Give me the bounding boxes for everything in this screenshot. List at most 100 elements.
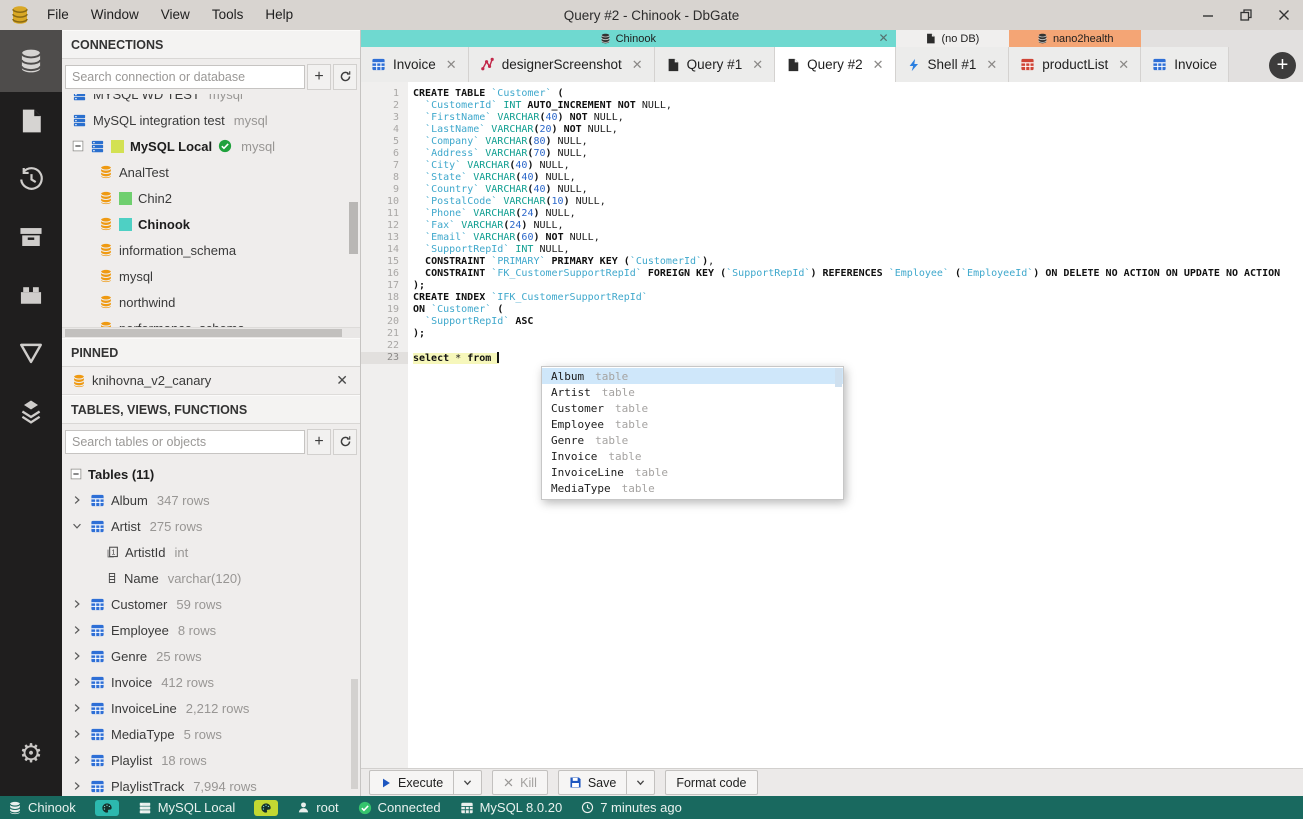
format-code-button[interactable]: Format code [666,771,756,794]
tab-group-header[interactable]: (no DB) [895,30,1010,47]
table-row[interactable]: 1 ArtistId int [62,539,360,565]
chevron-down-icon[interactable] [70,521,84,531]
connections-horizontal-scrollbar[interactable] [62,327,360,338]
kill-button[interactable]: Kill [493,771,547,794]
chevron-right-icon[interactable] [70,755,84,765]
tab-group-header[interactable]: Chinook ✕ [360,30,896,47]
menu-help[interactable]: Help [254,0,304,30]
chevron-right-icon[interactable] [70,625,84,635]
autocomplete-item-customer[interactable]: Customer table [542,400,843,416]
save-dropdown-button[interactable] [627,771,654,794]
close-tab-icon[interactable]: ✕ [986,57,997,73]
sql-editor[interactable]: 1 2 3 4 5 6 7 8 9 10 11 12 13 14 15 16 17 18 19 20 21 22 23 CR… [360,82,1303,768]
connection-item[interactable]: mysql [62,263,360,289]
tab-group-header[interactable]: nano2health [1009,30,1142,47]
connection-item[interactable]: Chinook [62,211,360,237]
new-tab-button[interactable]: + [1269,52,1296,79]
collapse-expander-icon[interactable] [70,468,82,480]
activity-archive[interactable] [0,208,62,266]
autocomplete-item-invoiceline[interactable]: InvoiceLine table [542,464,843,480]
connection-item[interactable]: northwind [62,289,360,315]
chevron-right-icon[interactable] [70,599,84,609]
pinned-item[interactable]: knihovna_v2_canary ✕ [62,367,360,395]
connection-item[interactable]: AnalTest [62,159,360,185]
tab-invoice[interactable]: Invoice [1141,47,1229,82]
tab-query-1[interactable]: Query #1 ✕ [654,47,776,82]
close-button[interactable] [1277,8,1291,22]
refresh-connections-button[interactable] [333,63,357,90]
connections-search-input[interactable] [65,64,305,89]
activity-settings[interactable]: ⚙ [0,724,62,782]
tables-group-row[interactable]: Tables (11) [62,461,360,487]
menu-tools[interactable]: Tools [201,0,255,30]
menu-window[interactable]: Window [80,0,150,30]
table-row[interactable]: PlaylistTrack 7,994 rows [62,773,360,796]
tab-group-header[interactable] [1141,30,1229,47]
database-color-badge[interactable] [94,799,119,816]
tab-query-2[interactable]: Query #2 ✕ [775,47,896,82]
save-button[interactable]: Save [559,771,627,794]
chevron-right-icon[interactable] [70,651,84,661]
refresh-tables-button[interactable] [333,428,357,455]
editor-code[interactable]: CREATE TABLE `Customer` ( `CustomerId` I… [408,82,1303,768]
execute-dropdown-button[interactable] [454,771,481,794]
chevron-right-icon[interactable] [70,677,84,687]
close-tab-icon[interactable]: ✕ [752,57,763,73]
tab-productlist[interactable]: productList ✕ [1009,47,1142,82]
execute-button[interactable]: Execute [370,771,453,794]
chevron-right-icon[interactable] [70,495,84,505]
add-connection-button[interactable]: + [307,63,331,90]
table-row[interactable]: Invoice 412 rows [62,669,360,695]
table-row[interactable]: Name varchar(120) [62,565,360,591]
tab-invoice[interactable]: Invoice ✕ [360,47,469,82]
table-row[interactable]: Playlist 18 rows [62,747,360,773]
table-row[interactable]: InvoiceLine 2,212 rows [62,695,360,721]
chevron-right-icon[interactable] [70,729,84,739]
connections-vertical-scrollbar[interactable] [349,202,358,254]
activity-plugins[interactable] [0,266,62,324]
minimize-button[interactable] [1201,8,1215,22]
close-tab-icon[interactable]: ✕ [1118,57,1129,73]
table-row[interactable]: Album 347 rows [62,487,360,513]
connection-item[interactable]: MySQL Local mysql [62,133,360,159]
autocomplete-scrollbar[interactable] [835,368,842,387]
activity-files[interactable] [0,92,62,150]
connection-item[interactable]: MYSQL WD TEST mysql [62,94,360,107]
connection-item[interactable]: information_schema [62,237,360,263]
chevron-right-icon[interactable] [70,703,84,713]
connection-item[interactable]: MySQL integration test mysql [62,107,360,133]
tab-shell-1[interactable]: Shell #1 ✕ [895,47,1010,82]
autocomplete-item-genre[interactable]: Genre table [542,432,843,448]
connection-item[interactable]: Chin2 [62,185,360,211]
table-row[interactable]: Employee 8 rows [62,617,360,643]
connection-color-badge[interactable] [254,799,279,816]
close-group-icon[interactable]: ✕ [878,31,888,45]
activity-cell-data[interactable] [0,382,62,440]
status-database[interactable]: Chinook [8,800,76,815]
menu-view[interactable]: View [150,0,201,30]
collapse-expander-icon[interactable] [72,140,84,152]
autocomplete-item-mediatype[interactable]: MediaType table [542,480,843,496]
tables-search-input[interactable] [65,429,305,454]
status-connection[interactable]: MySQL Local [138,800,235,815]
table-row[interactable]: MediaType 5 rows [62,721,360,747]
unpin-close-icon[interactable]: ✕ [336,372,348,389]
menu-file[interactable]: File [36,0,80,30]
autocomplete-item-album[interactable]: Album table [542,368,843,384]
table-row[interactable]: Genre 25 rows [62,643,360,669]
connection-item[interactable]: performance_schema [62,315,360,327]
table-row[interactable]: Customer 59 rows [62,591,360,617]
tables-vertical-scrollbar[interactable] [351,679,358,789]
close-tab-icon[interactable]: ✕ [632,57,643,73]
close-tab-icon[interactable]: ✕ [446,57,457,73]
chevron-right-icon[interactable] [70,781,84,791]
activity-history[interactable] [0,150,62,208]
tab-designerscreenshot[interactable]: designerScreenshot ✕ [468,47,655,82]
autocomplete-item-artist[interactable]: Artist table [542,384,843,400]
autocomplete-item-invoice[interactable]: Invoice table [542,448,843,464]
activity-query-designer[interactable] [0,324,62,382]
activity-databases[interactable] [0,30,62,92]
close-tab-icon[interactable]: ✕ [873,57,884,73]
maximize-button[interactable] [1239,8,1253,22]
table-row[interactable]: Artist 275 rows [62,513,360,539]
